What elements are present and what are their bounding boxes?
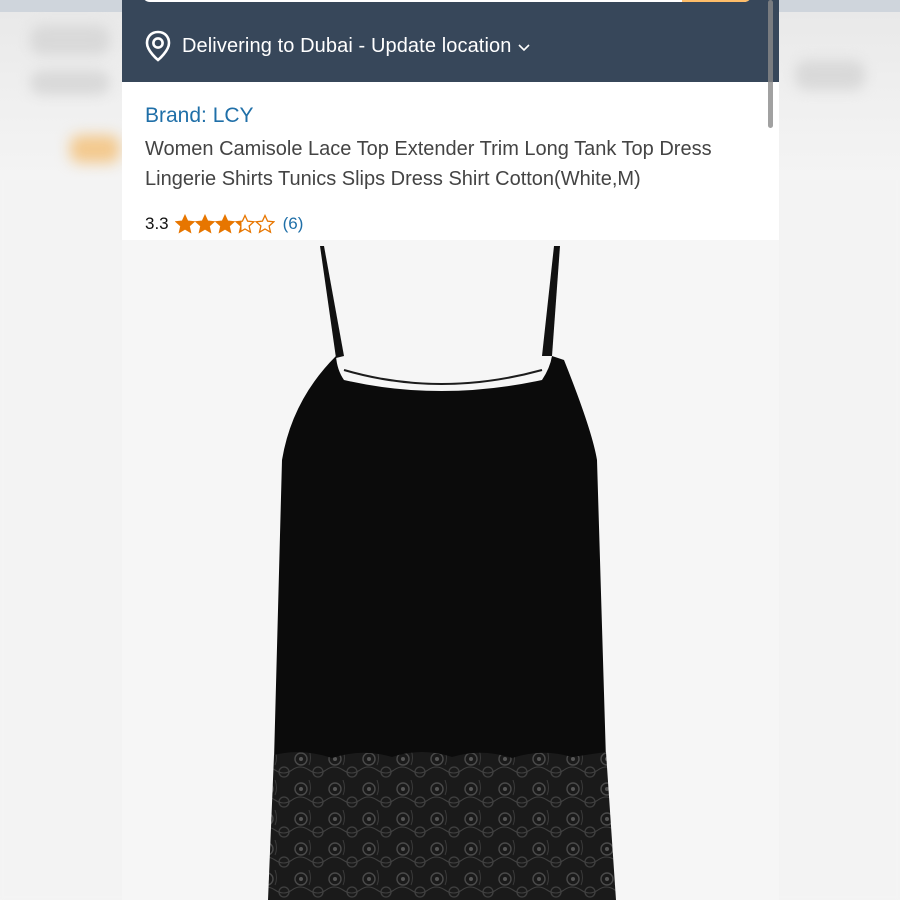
- blurred-shape: [30, 70, 110, 95]
- rating-row[interactable]: 3.3 (6): [145, 213, 304, 234]
- star-rating: [174, 213, 275, 234]
- product-image[interactable]: [122, 240, 779, 900]
- star-full-icon: [214, 213, 235, 234]
- phone-screen: Delivering to Dubai - Update location Br…: [122, 0, 779, 900]
- black-lace-camisole-image: [268, 246, 616, 900]
- rating-value: 3.3: [145, 214, 169, 233]
- review-count-link[interactable]: (6): [283, 214, 304, 234]
- scrollbar[interactable]: [768, 0, 773, 128]
- product-title: Women Camisole Lace Top Extender Trim Lo…: [145, 138, 712, 190]
- blurred-shape: [795, 60, 865, 90]
- star-empty-icon: [254, 213, 275, 234]
- delivery-header: Delivering to Dubai - Update location: [122, 0, 779, 82]
- delivery-location-text: Delivering to Dubai - Update location: [182, 34, 512, 57]
- brand-link[interactable]: Brand: LCY: [145, 104, 254, 128]
- search-bar[interactable]: [142, 0, 752, 2]
- location-pin-icon: [144, 30, 172, 62]
- star-half-icon: [234, 213, 255, 234]
- blurred-shape: [30, 25, 110, 55]
- delivery-location-link[interactable]: Delivering to Dubai - Update location: [144, 30, 531, 62]
- star-full-icon: [174, 213, 195, 234]
- star-full-icon: [194, 213, 215, 234]
- chevron-down-icon: [517, 41, 531, 55]
- blurred-shape: [70, 135, 120, 163]
- search-button[interactable]: [682, 0, 752, 2]
